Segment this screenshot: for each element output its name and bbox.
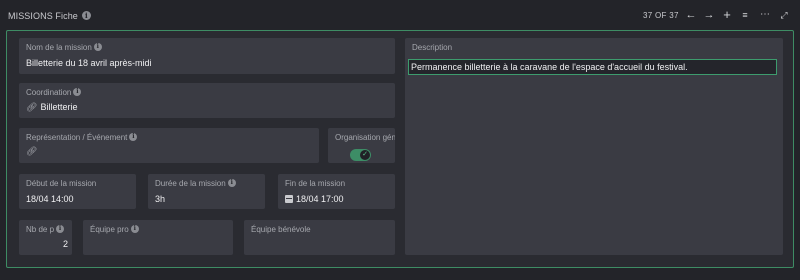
- info-icon[interactable]: i: [227, 178, 236, 187]
- label-text: Représentation / Événement: [26, 133, 128, 142]
- field-label: Représentation / Événement i: [26, 132, 138, 142]
- organisation-toggle[interactable]: ✓: [350, 149, 371, 161]
- field-label: Début de la mission: [26, 179, 97, 188]
- label-text: Équipe pro: [90, 225, 129, 234]
- field-value: 2: [62, 239, 68, 249]
- field-label: Équipe bénévole: [251, 225, 311, 234]
- record-counter: 37 OF 37: [643, 11, 679, 20]
- linked-record[interactable]: Billetterie: [40, 102, 77, 112]
- link-icon: 🔗︎: [26, 102, 38, 112]
- link-icon: 🔗︎: [26, 146, 38, 156]
- field-nb-de-personnes[interactable]: Nb de pi 2: [19, 220, 72, 255]
- field-nom-de-la-mission[interactable]: Nom de la mission i Billetterie du 18 avr…: [19, 38, 395, 74]
- label-text: Coordination: [26, 88, 72, 97]
- next-record-icon[interactable]: →: [702, 8, 716, 22]
- field-value[interactable]: 🔗︎ Billetterie: [26, 102, 77, 113]
- info-icon[interactable]: i: [130, 224, 139, 233]
- add-record-icon[interactable]: +: [720, 8, 734, 22]
- field-label: Nom de la mission i: [26, 42, 102, 52]
- page-title-text: MISSIONS Fiche: [8, 11, 78, 21]
- field-value[interactable]: 🔗︎: [26, 146, 40, 157]
- field-label: Nb de pi: [26, 224, 65, 234]
- field-label: Équipe pro i: [90, 224, 139, 234]
- field-equipe-benevole[interactable]: Équipe bénévole: [244, 220, 395, 255]
- previous-record-icon[interactable]: ←: [684, 8, 698, 22]
- field-duree-de-la-mission[interactable]: Durée de la mission i 3h: [148, 174, 265, 209]
- description-input[interactable]: Permanence billetterie à la caravane de …: [408, 59, 777, 75]
- calendar-icon: [285, 195, 293, 203]
- record-card: Nom de la mission i Billetterie du 18 avr…: [6, 30, 794, 268]
- field-representation-evenement[interactable]: Représentation / Événement i 🔗︎: [19, 128, 319, 163]
- field-equipe-pro[interactable]: Équipe pro i: [83, 220, 233, 255]
- field-value: 18/04 17:00: [285, 194, 344, 204]
- field-label: Fin de la mission: [285, 179, 346, 188]
- info-icon[interactable]: i: [73, 87, 82, 96]
- more-options-icon[interactable]: ⋯: [758, 8, 772, 22]
- filter-icon[interactable]: ≡: [738, 8, 752, 22]
- info-icon[interactable]: i: [93, 42, 102, 51]
- label-text: Nom de la mission: [26, 43, 92, 52]
- field-coordination[interactable]: Coordination i 🔗︎ Billetterie: [19, 83, 395, 118]
- info-icon[interactable]: i: [81, 11, 91, 21]
- field-value: 18/04 14:00: [26, 194, 74, 204]
- expand-icon[interactable]: ⤢: [777, 8, 791, 22]
- field-label: Organisation gén: [335, 133, 395, 142]
- field-label: Durée de la mission i: [155, 178, 236, 188]
- field-label: Description: [412, 43, 453, 52]
- info-icon[interactable]: i: [129, 132, 138, 141]
- fin-value-text: 18/04 17:00: [296, 194, 344, 204]
- field-value: Billetterie du 18 avril après-midi: [26, 58, 152, 68]
- label-text: Durée de la mission: [155, 179, 226, 188]
- info-icon[interactable]: i: [56, 224, 65, 233]
- field-fin-de-la-mission[interactable]: Fin de la mission 18/04 17:00: [278, 174, 395, 209]
- field-value: 3h: [155, 194, 166, 204]
- page-title: MISSIONS Fiche i: [8, 11, 91, 21]
- field-label: Coordination i: [26, 87, 82, 97]
- field-description: Description Permanence billetterie à la …: [405, 38, 783, 255]
- toolbar: MISSIONS Fiche i 37 OF 37 ← → + ≡ ⋯ ⤢: [0, 0, 800, 32]
- check-icon: ✓: [360, 150, 370, 160]
- label-text: Nb de p: [26, 225, 55, 234]
- field-organisation-generale: Organisation gén ✓: [328, 128, 395, 163]
- field-debut-de-la-mission[interactable]: Début de la mission 18/04 14:00: [19, 174, 136, 209]
